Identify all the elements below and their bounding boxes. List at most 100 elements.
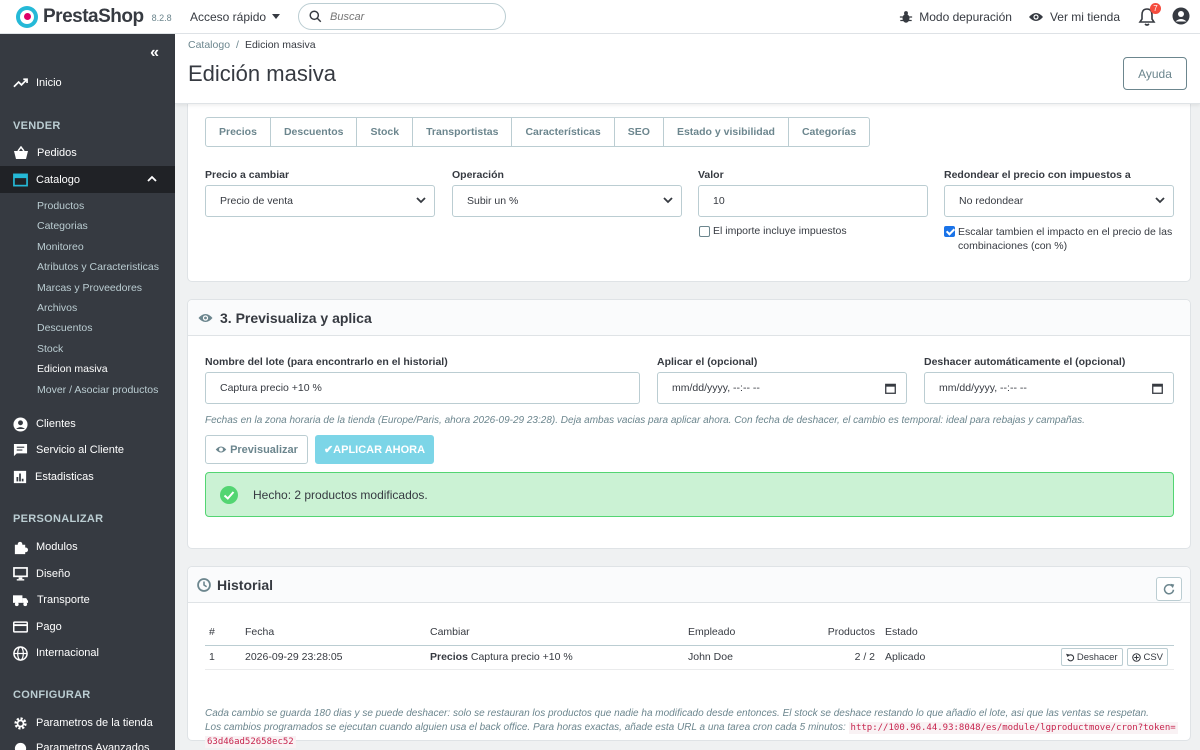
batch-name-label: Nombre del lote (para encontrarlo en el … (205, 356, 448, 368)
tab-status-visibility[interactable]: Estado y visibilidad (664, 118, 789, 146)
puzzle-icon (14, 541, 28, 554)
tab-categories[interactable]: Categorías (789, 118, 869, 146)
truck-icon (13, 594, 29, 606)
price-to-change-select[interactable]: Precio de venta (205, 185, 435, 217)
undo-button[interactable]: Deshacer (1060, 648, 1123, 666)
round-select[interactable]: No redondear (944, 185, 1174, 217)
undo-date-label: Deshacer automáticamente el (opcional) (924, 356, 1126, 368)
sidebar-label: Servicio al Cliente (36, 444, 125, 456)
user-avatar[interactable] (1172, 7, 1190, 28)
check-circle-icon (220, 485, 238, 504)
sidebar-label: Parametros Avanzados (36, 742, 150, 750)
sidebar-subitem-stock[interactable]: Stock (37, 343, 63, 355)
change-config-card: Precios Descuentos Stock Transportistas … (187, 100, 1191, 282)
history-retention-note: Cada cambio se guarda 180 dias y se pued… (205, 708, 1149, 719)
collapse-sidebar-button[interactable]: « (150, 44, 159, 62)
includes-tax-checkbox-row[interactable]: El importe incluye impuestos (699, 225, 847, 237)
tab-stock[interactable]: Stock (357, 118, 414, 146)
cron-note-text: Los cambios programados se ejecutan cuan… (205, 722, 846, 733)
column-employee: Empleado (684, 619, 819, 646)
scale-combinations-checkbox[interactable] (944, 226, 955, 237)
scale-combinations-label: Escalar tambien el impacto en el precio … (958, 226, 1173, 252)
sidebar-item-design[interactable]: Diseño (0, 566, 175, 582)
preview-apply-header: 3. Previsualiza y aplica (188, 300, 1190, 336)
includes-tax-checkbox[interactable] (699, 226, 710, 237)
csv-button[interactable]: CSV (1127, 648, 1168, 666)
bar-chart-icon (13, 470, 27, 484)
calendar-icon[interactable] (1152, 383, 1163, 394)
apply-now-button[interactable]: ✔APLICAR AHORA (315, 435, 434, 464)
preview-button[interactable]: Previsualizar (205, 435, 308, 464)
sidebar-item-catalog[interactable]: Catalogo (0, 166, 175, 193)
select-value: Precio de venta (220, 195, 293, 207)
sidebar-subitem-move-products[interactable]: Mover / Asociar productos (37, 384, 158, 396)
tab-features[interactable]: Características (512, 118, 615, 146)
tab-prices[interactable]: Precios (206, 118, 271, 146)
sidebar-subitem-attributes[interactable]: Atributos y Caracteristicas (37, 261, 159, 273)
sidebar-item-home[interactable]: Inicio (0, 75, 175, 91)
sidebar-subitem-categories[interactable]: Categorias (37, 220, 88, 232)
history-title: Historial (217, 576, 274, 593)
breadcrumb-parent[interactable]: Catalogo (188, 39, 230, 51)
sidebar-subitem-monitoring[interactable]: Monitoreo (37, 241, 84, 253)
search-input[interactable] (330, 10, 480, 23)
sidebar-item-customer-service[interactable]: Servicio al Cliente (0, 442, 175, 458)
bug-icon (900, 11, 913, 23)
page-title: Edición masiva (188, 61, 336, 86)
sidebar-item-stats[interactable]: Estadisticas (0, 469, 175, 485)
notifications-badge: 7 (1150, 3, 1161, 14)
debug-mode-link[interactable]: Modo depuración (899, 10, 1012, 24)
view-store-link[interactable]: Ver mi tienda (1028, 10, 1120, 24)
apply-date-input[interactable]: mm/dd/yyyy, --:-- -- (657, 372, 907, 404)
sidebar-item-advanced-parameters[interactable]: Parametros Avanzados (0, 740, 175, 750)
cron-url-cont: 63d46ad52658ec52 (205, 735, 296, 749)
sidebar-item-orders[interactable]: Pedidos (0, 145, 175, 161)
tab-discounts[interactable]: Descuentos (271, 118, 358, 146)
main-content: Catalogo / Edicion masiva Edición masiva A… (175, 34, 1200, 750)
refresh-button[interactable] (1156, 577, 1182, 601)
sidebar-label: Transporte (37, 594, 90, 606)
sidebar-item-payment[interactable]: Pago (0, 619, 175, 635)
credit-card-icon (13, 621, 28, 633)
help-button[interactable]: Ayuda (1123, 57, 1187, 90)
eye-icon (198, 313, 213, 322)
sidebar-item-shop-parameters[interactable]: Parametros de la tienda (0, 715, 175, 731)
quick-access-label: Acceso rápido (190, 9, 267, 24)
column-change: Cambiar (426, 619, 684, 646)
desktop-icon (13, 567, 28, 581)
calendar-icon[interactable] (885, 383, 896, 394)
notifications-button[interactable]: 7 (1138, 3, 1161, 27)
refresh-icon (1163, 583, 1175, 595)
logo[interactable]: PrestaShop 8.2.8 (16, 5, 176, 28)
sidebar-subitem-discounts[interactable]: Descuentos (37, 322, 92, 334)
sidebar-label: Internacional (36, 647, 99, 659)
column-id: # (205, 619, 241, 646)
sidebar-item-customers[interactable]: Clientes (0, 416, 175, 432)
value-input[interactable]: 10 (698, 185, 928, 217)
prestashop-logo-icon (16, 5, 38, 28)
batch-name-input[interactable]: Captura precio +10 % (205, 372, 640, 404)
chevron-down-icon (1155, 197, 1165, 204)
undo-date-input[interactable]: mm/dd/yyyy, --:-- -- (924, 372, 1174, 404)
sidebar-subitem-products[interactable]: Productos (37, 200, 84, 212)
column-products: Productos (819, 619, 881, 646)
sidebar-item-international[interactable]: Internacional (0, 645, 175, 661)
sidebar-subitem-bulk-edit[interactable]: Edicion masiva (37, 363, 108, 375)
operation-select[interactable]: Subir un % (452, 185, 682, 217)
tab-carriers[interactable]: Transportistas (413, 118, 513, 146)
sidebar-item-modules[interactable]: Modulos (0, 539, 175, 555)
sidebar-item-shipping[interactable]: Transporte (0, 592, 175, 608)
undo-button-label: Deshacer (1076, 651, 1118, 663)
apply-date-label: Aplicar el (opcional) (657, 356, 758, 368)
preview-apply-card: 3. Previsualiza y aplica Nombre del lote… (187, 299, 1191, 549)
quick-access-dropdown[interactable]: Acceso rápido (190, 10, 298, 24)
search-box[interactable] (298, 3, 506, 30)
scale-combinations-checkbox-row[interactable]: Escalar tambien el impacto en el precio … (944, 225, 1176, 253)
sidebar-subitem-brands[interactable]: Marcas y Proveedores (37, 282, 142, 294)
sidebar-subitem-files[interactable]: Archivos (37, 302, 77, 314)
cron-url[interactable]: http://100.96.44.93:8048/es/module/lgpro… (848, 722, 1178, 734)
tab-seo[interactable]: SEO (615, 118, 664, 146)
sidebar-label: Estadisticas (35, 471, 94, 483)
search-icon (309, 10, 322, 23)
cron-token[interactable]: 63d46ad52658ec52 (205, 736, 296, 748)
